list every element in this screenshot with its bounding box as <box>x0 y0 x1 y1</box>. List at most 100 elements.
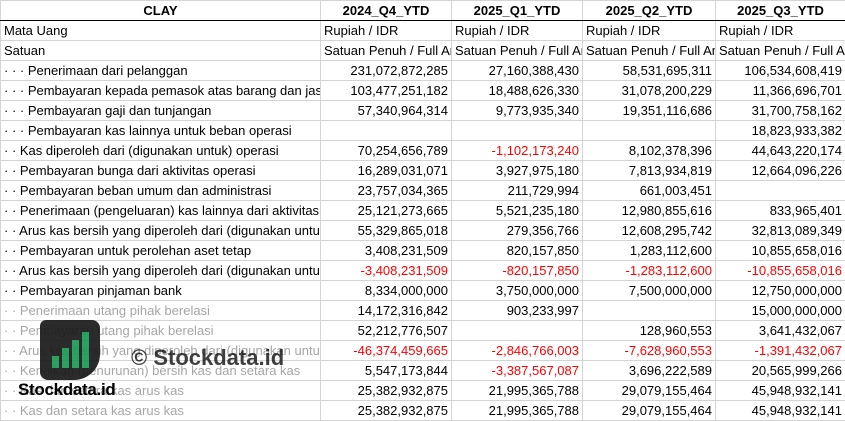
period-header-2[interactable]: 2025_Q1_YTD <box>451 0 583 21</box>
value-cell[interactable]: 44,643,220,174 <box>715 140 845 161</box>
value-cell[interactable]: 7,813,934,819 <box>582 160 716 181</box>
row-label[interactable]: · · · Pembayaran kas lainnya untuk beban… <box>0 120 321 141</box>
value-cell[interactable]: -820,157,850 <box>451 260 583 281</box>
value-cell[interactable]: 5,521,235,180 <box>451 200 583 221</box>
value-cell[interactable]: 31,078,200,229 <box>582 80 716 101</box>
row-label[interactable]: Satuan <box>0 40 321 61</box>
value-cell[interactable]: 15,000,000,000 <box>715 300 845 321</box>
row-label[interactable]: · · Arus kas bersih yang diperoleh dari … <box>0 220 321 241</box>
value-cell[interactable]: Rupiah / IDR <box>715 20 845 41</box>
value-cell[interactable]: 25,382,932,875 <box>320 380 452 401</box>
value-cell[interactable]: -46,374,459,665 <box>320 340 452 361</box>
value-cell[interactable]: 19,351,116,686 <box>582 100 716 121</box>
value-cell[interactable]: 8,334,000,000 <box>320 280 452 301</box>
value-cell[interactable]: -1,391,432,067 <box>715 340 845 361</box>
value-cell[interactable]: Satuan Penuh / Full Amount <box>582 40 716 61</box>
value-cell[interactable] <box>451 320 583 341</box>
period-header-4[interactable]: 2025_Q3_YTD <box>715 0 845 21</box>
value-cell[interactable]: Rupiah / IDR <box>320 20 452 41</box>
value-cell[interactable]: 25,382,932,875 <box>320 400 452 421</box>
value-cell[interactable]: 3,408,231,509 <box>320 240 452 261</box>
value-cell[interactable] <box>582 120 716 141</box>
value-cell[interactable]: 70,254,656,789 <box>320 140 452 161</box>
value-cell[interactable]: 833,965,401 <box>715 200 845 221</box>
value-cell[interactable] <box>320 120 452 141</box>
value-cell[interactable]: 29,079,155,464 <box>582 400 716 421</box>
row-label[interactable]: · · Penerimaan (pengeluaran) kas lainnya… <box>0 200 321 221</box>
value-cell[interactable]: 12,664,096,226 <box>715 160 845 181</box>
value-cell[interactable]: 106,534,608,419 <box>715 60 845 81</box>
value-cell[interactable]: 32,813,089,349 <box>715 220 845 241</box>
value-cell[interactable]: -2,846,766,003 <box>451 340 583 361</box>
value-cell[interactable]: Satuan Penuh / Full Amount <box>451 40 583 61</box>
row-label[interactable]: · · Pembayaran pinjaman bank <box>0 280 321 301</box>
row-label[interactable]: · · Pembayaran bunga dari aktivitas oper… <box>0 160 321 181</box>
value-cell[interactable]: 20,565,999,266 <box>715 360 845 381</box>
value-cell[interactable]: 3,927,975,180 <box>451 160 583 181</box>
period-header-3[interactable]: 2025_Q2_YTD <box>582 0 716 21</box>
value-cell[interactable]: 903,233,997 <box>451 300 583 321</box>
row-label[interactable]: · · Pembayaran beban umum dan administra… <box>0 180 321 201</box>
row-label[interactable]: · · · Pembayaran gaji dan tunjangan <box>0 100 321 121</box>
value-cell[interactable]: 820,157,850 <box>451 240 583 261</box>
value-cell[interactable]: 18,823,933,382 <box>715 120 845 141</box>
value-cell[interactable]: 58,531,695,311 <box>582 60 716 81</box>
value-cell[interactable]: 661,003,451 <box>582 180 716 201</box>
value-cell[interactable]: Rupiah / IDR <box>451 20 583 41</box>
value-cell[interactable]: 3,641,432,067 <box>715 320 845 341</box>
value-cell[interactable]: 1,283,112,600 <box>582 240 716 261</box>
row-label[interactable]: · · · Penerimaan dari pelanggan <box>0 60 321 81</box>
value-cell[interactable]: -10,855,658,016 <box>715 260 845 281</box>
row-label[interactable]: · · Kas dan setara kas arus kas <box>0 400 321 421</box>
value-cell[interactable]: 21,995,365,788 <box>451 400 583 421</box>
value-cell[interactable]: 3,696,222,589 <box>582 360 716 381</box>
value-cell[interactable]: 29,079,155,464 <box>582 380 716 401</box>
value-cell[interactable]: 10,855,658,016 <box>715 240 845 261</box>
value-cell[interactable]: 8,102,378,396 <box>582 140 716 161</box>
value-cell[interactable] <box>715 180 845 201</box>
value-cell[interactable]: 45,948,932,141 <box>715 380 845 401</box>
value-cell[interactable]: 18,488,626,330 <box>451 80 583 101</box>
value-cell[interactable]: 25,121,273,665 <box>320 200 452 221</box>
row-label[interactable]: Mata Uang <box>0 20 321 41</box>
value-cell[interactable]: -1,283,112,600 <box>582 260 716 281</box>
value-cell[interactable]: Rupiah / IDR <box>582 20 716 41</box>
value-cell[interactable]: 9,773,935,340 <box>451 100 583 121</box>
value-cell[interactable] <box>582 300 716 321</box>
value-cell[interactable] <box>451 120 583 141</box>
value-cell[interactable]: 7,500,000,000 <box>582 280 716 301</box>
value-cell[interactable]: 57,340,964,314 <box>320 100 452 121</box>
value-cell[interactable]: 45,948,932,141 <box>715 400 845 421</box>
value-cell[interactable]: Satuan Penuh / Full Amount <box>715 40 845 61</box>
value-cell[interactable]: 279,356,766 <box>451 220 583 241</box>
value-cell[interactable]: 23,757,034,365 <box>320 180 452 201</box>
value-cell[interactable]: -7,628,960,553 <box>582 340 716 361</box>
value-cell[interactable]: 11,366,696,701 <box>715 80 845 101</box>
value-cell[interactable]: 27,160,388,430 <box>451 60 583 81</box>
value-cell[interactable]: 211,729,994 <box>451 180 583 201</box>
value-cell[interactable]: -1,102,173,240 <box>451 140 583 161</box>
value-cell[interactable]: 5,547,173,844 <box>320 360 452 381</box>
value-cell[interactable]: 12,980,855,616 <box>582 200 716 221</box>
value-cell[interactable]: 31,700,758,162 <box>715 100 845 121</box>
value-cell[interactable]: 128,960,553 <box>582 320 716 341</box>
value-cell[interactable]: 16,289,031,071 <box>320 160 452 181</box>
row-label[interactable]: · · Arus kas bersih yang diperoleh dari … <box>0 260 321 281</box>
value-cell[interactable]: 52,212,776,507 <box>320 320 452 341</box>
row-label[interactable]: · · Kas diperoleh dari (digunakan untuk)… <box>0 140 321 161</box>
ticker-header[interactable]: CLAY <box>0 0 321 21</box>
value-cell[interactable]: 21,995,365,788 <box>451 380 583 401</box>
value-cell[interactable]: 3,750,000,000 <box>451 280 583 301</box>
value-cell[interactable]: -3,408,231,509 <box>320 260 452 281</box>
value-cell[interactable]: 55,329,865,018 <box>320 220 452 241</box>
value-cell[interactable]: 103,477,251,182 <box>320 80 452 101</box>
value-cell[interactable]: Satuan Penuh / Full Amount <box>320 40 452 61</box>
value-cell[interactable]: 12,750,000,000 <box>715 280 845 301</box>
row-label[interactable]: · · Pembayaran untuk perolehan aset teta… <box>0 240 321 261</box>
row-label[interactable]: · · · Pembayaran kepada pemasok atas bar… <box>0 80 321 101</box>
value-cell[interactable]: 12,608,295,742 <box>582 220 716 241</box>
value-cell[interactable]: -3,387,567,087 <box>451 360 583 381</box>
period-header-1[interactable]: 2024_Q4_YTD <box>320 0 452 21</box>
value-cell[interactable]: 14,172,316,842 <box>320 300 452 321</box>
value-cell[interactable]: 231,072,872,285 <box>320 60 452 81</box>
